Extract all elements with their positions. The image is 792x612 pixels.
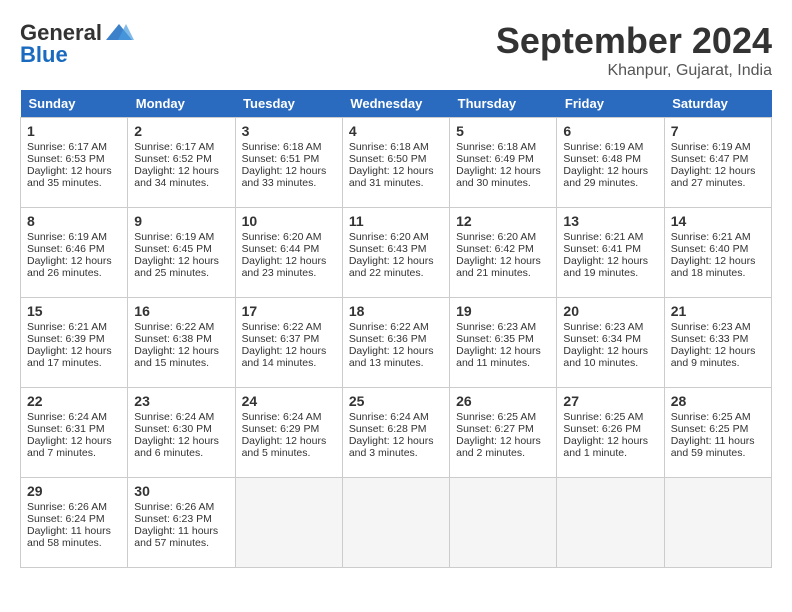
logo: General Blue — [20, 20, 136, 68]
table-row: 20Sunrise: 6:23 AMSunset: 6:34 PMDayligh… — [557, 298, 664, 388]
table-row: 13Sunrise: 6:21 AMSunset: 6:41 PMDayligh… — [557, 208, 664, 298]
table-row: 17Sunrise: 6:22 AMSunset: 6:37 PMDayligh… — [235, 298, 342, 388]
logo-blue: Blue — [20, 42, 68, 68]
table-row: 19Sunrise: 6:23 AMSunset: 6:35 PMDayligh… — [450, 298, 557, 388]
table-row: 30Sunrise: 6:26 AMSunset: 6:23 PMDayligh… — [128, 478, 235, 568]
table-row: 26Sunrise: 6:25 AMSunset: 6:27 PMDayligh… — [450, 388, 557, 478]
title-block: September 2024 Khanpur, Gujarat, India — [496, 20, 772, 80]
table-row — [557, 478, 664, 568]
col-wednesday: Wednesday — [342, 90, 449, 118]
col-sunday: Sunday — [21, 90, 128, 118]
table-row: 5Sunrise: 6:18 AMSunset: 6:49 PMDaylight… — [450, 118, 557, 208]
calendar-table: Sunday Monday Tuesday Wednesday Thursday… — [20, 90, 772, 568]
table-row: 16Sunrise: 6:22 AMSunset: 6:38 PMDayligh… — [128, 298, 235, 388]
calendar-row-4: 22Sunrise: 6:24 AMSunset: 6:31 PMDayligh… — [21, 388, 772, 478]
col-friday: Friday — [557, 90, 664, 118]
calendar-row-3: 15Sunrise: 6:21 AMSunset: 6:39 PMDayligh… — [21, 298, 772, 388]
calendar-row-1: 1Sunrise: 6:17 AMSunset: 6:53 PMDaylight… — [21, 118, 772, 208]
table-row: 18Sunrise: 6:22 AMSunset: 6:36 PMDayligh… — [342, 298, 449, 388]
logo-icon — [104, 22, 134, 44]
table-row: 7Sunrise: 6:19 AMSunset: 6:47 PMDaylight… — [664, 118, 771, 208]
table-row: 10Sunrise: 6:20 AMSunset: 6:44 PMDayligh… — [235, 208, 342, 298]
month-title: September 2024 — [496, 20, 772, 62]
table-row: 15Sunrise: 6:21 AMSunset: 6:39 PMDayligh… — [21, 298, 128, 388]
table-row: 1Sunrise: 6:17 AMSunset: 6:53 PMDaylight… — [21, 118, 128, 208]
table-row: 28Sunrise: 6:25 AMSunset: 6:25 PMDayligh… — [664, 388, 771, 478]
location: Khanpur, Gujarat, India — [496, 62, 772, 80]
col-monday: Monday — [128, 90, 235, 118]
table-row: 3Sunrise: 6:18 AMSunset: 6:51 PMDaylight… — [235, 118, 342, 208]
table-row: 2Sunrise: 6:17 AMSunset: 6:52 PMDaylight… — [128, 118, 235, 208]
table-row — [450, 478, 557, 568]
table-row: 24Sunrise: 6:24 AMSunset: 6:29 PMDayligh… — [235, 388, 342, 478]
table-row: 8Sunrise: 6:19 AMSunset: 6:46 PMDaylight… — [21, 208, 128, 298]
col-thursday: Thursday — [450, 90, 557, 118]
col-saturday: Saturday — [664, 90, 771, 118]
calendar-row-2: 8Sunrise: 6:19 AMSunset: 6:46 PMDaylight… — [21, 208, 772, 298]
page-header: General Blue September 2024 Khanpur, Guj… — [20, 20, 772, 80]
table-row: 25Sunrise: 6:24 AMSunset: 6:28 PMDayligh… — [342, 388, 449, 478]
table-row: 27Sunrise: 6:25 AMSunset: 6:26 PMDayligh… — [557, 388, 664, 478]
table-row: 29Sunrise: 6:26 AMSunset: 6:24 PMDayligh… — [21, 478, 128, 568]
table-row: 12Sunrise: 6:20 AMSunset: 6:42 PMDayligh… — [450, 208, 557, 298]
table-row: 22Sunrise: 6:24 AMSunset: 6:31 PMDayligh… — [21, 388, 128, 478]
table-row: 11Sunrise: 6:20 AMSunset: 6:43 PMDayligh… — [342, 208, 449, 298]
table-row — [342, 478, 449, 568]
table-row: 9Sunrise: 6:19 AMSunset: 6:45 PMDaylight… — [128, 208, 235, 298]
table-row — [235, 478, 342, 568]
table-row — [664, 478, 771, 568]
table-row: 14Sunrise: 6:21 AMSunset: 6:40 PMDayligh… — [664, 208, 771, 298]
table-row: 21Sunrise: 6:23 AMSunset: 6:33 PMDayligh… — [664, 298, 771, 388]
col-tuesday: Tuesday — [235, 90, 342, 118]
header-row: Sunday Monday Tuesday Wednesday Thursday… — [21, 90, 772, 118]
calendar-row-5: 29Sunrise: 6:26 AMSunset: 6:24 PMDayligh… — [21, 478, 772, 568]
table-row: 23Sunrise: 6:24 AMSunset: 6:30 PMDayligh… — [128, 388, 235, 478]
table-row: 6Sunrise: 6:19 AMSunset: 6:48 PMDaylight… — [557, 118, 664, 208]
table-row: 4Sunrise: 6:18 AMSunset: 6:50 PMDaylight… — [342, 118, 449, 208]
